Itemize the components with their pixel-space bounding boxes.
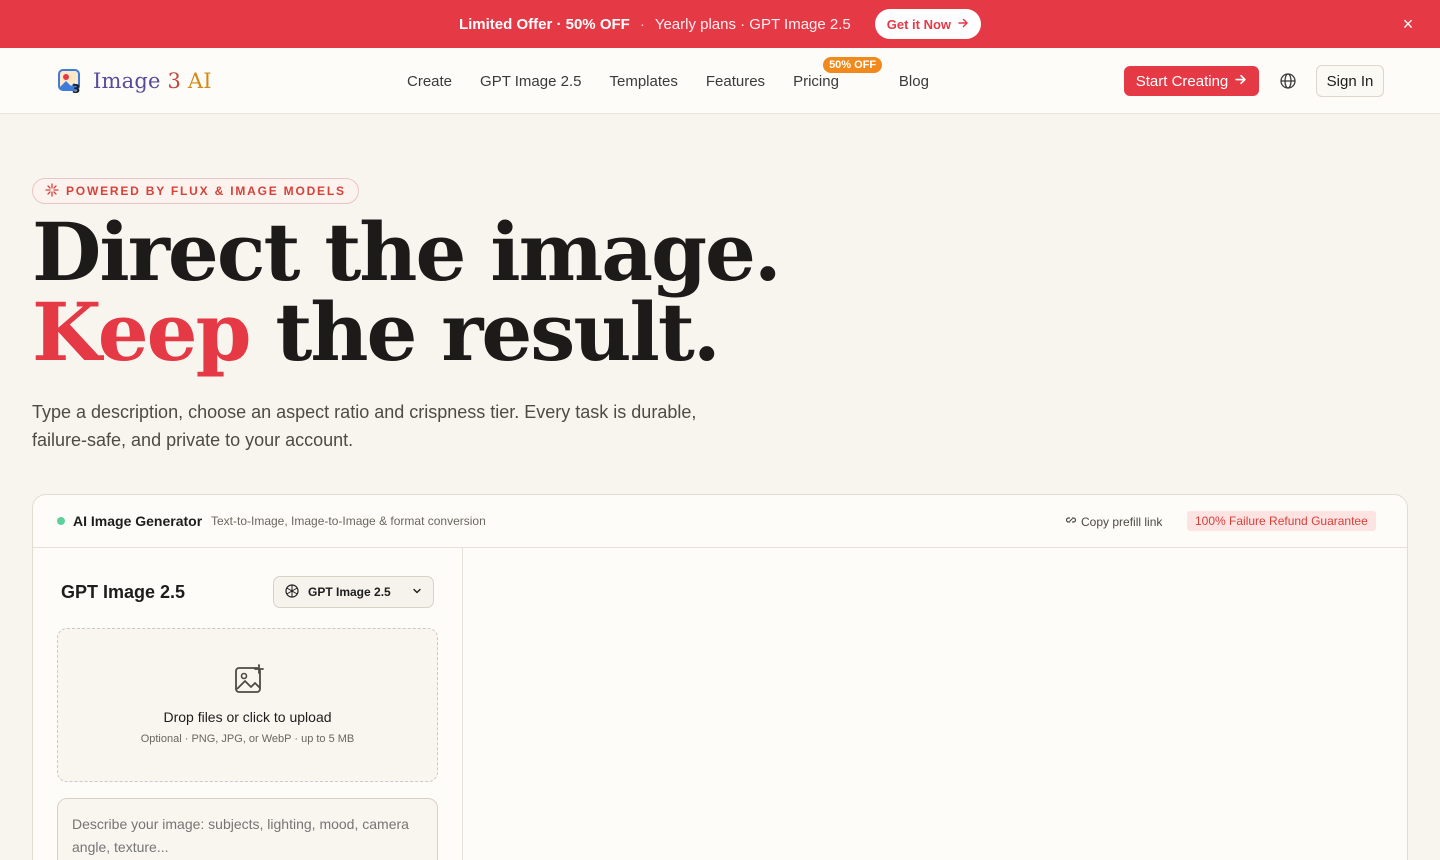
generator-header: AI Image Generator Text-to-Image, Image-…	[33, 495, 1407, 548]
prompt-input[interactable]	[57, 798, 438, 860]
logo-text-part3: AI	[187, 69, 212, 93]
promo-headline: Limited Offer · 50% OFF	[458, 15, 630, 33]
logo-icon: 3	[57, 68, 83, 96]
logo-text: Image 3 AI	[93, 69, 212, 93]
logo-text-part1: Image	[93, 69, 168, 93]
nav-item-templates[interactable]: Templates	[609, 73, 677, 90]
chevron-down-icon	[411, 585, 423, 600]
arrow-right-icon	[957, 17, 969, 32]
dropzone-title: Drop files or click to upload	[163, 709, 332, 725]
file-dropzone[interactable]: Drop files or click to upload Optional ·…	[57, 628, 438, 782]
powered-by-text: POWERED BY FLUX & IMAGE MODELS	[66, 184, 346, 198]
site-header: 3 Image 3 AI Create GPT Image 2.5 Templa…	[0, 48, 1440, 114]
openai-icon	[284, 583, 300, 602]
sparkle-icon	[45, 182, 59, 200]
model-dropdown[interactable]: GPT Image 2.5	[273, 576, 434, 608]
refund-guarantee-badge: 100% Failure Refund Guarantee	[1187, 511, 1376, 531]
logo-text-part2: 3	[167, 69, 188, 93]
close-icon[interactable]: ×	[1398, 14, 1418, 34]
nav-item-gpt-image[interactable]: GPT Image 2.5	[480, 73, 581, 90]
sign-in-button[interactable]: Sign In	[1316, 65, 1384, 97]
nav-item-pricing-label: Pricing	[793, 72, 839, 90]
model-title: GPT Image 2.5	[61, 582, 186, 602]
hero-title-line2: the result.	[249, 285, 720, 379]
hero-description: Type a description, choose an aspect rat…	[32, 402, 697, 450]
promo-content: Limited Offer · 50% OFF · Yearly plans ·…	[458, 9, 982, 39]
copy-prefill-link[interactable]: Copy prefill link	[1065, 514, 1162, 529]
get-it-now-label: Get it Now	[886, 16, 952, 32]
hero-title-accent: Keep	[32, 285, 252, 379]
promo-subtitle: Yearly plans · GPT Image 2.5	[654, 15, 851, 33]
promo-banner: Limited Offer · 50% OFF · Yearly plans ·…	[0, 0, 1440, 48]
get-it-now-button[interactable]: Get it Now	[874, 9, 982, 39]
link-icon	[1065, 514, 1077, 529]
generator-card: AI Image Generator Text-to-Image, Image-…	[32, 494, 1408, 860]
nav-item-blog[interactable]: Blog	[899, 73, 929, 90]
generator-controls: GPT Image 2.5 GPT Image 2.5 Drop files o…	[33, 548, 463, 860]
generator-title: AI Image Generator	[73, 513, 203, 529]
generator-subtitle: Text-to-Image, Image-to-Image & format c…	[211, 514, 486, 528]
logo[interactable]: 3 Image 3 AI	[57, 68, 212, 96]
dropzone-hint: Optional · PNG, JPG, or WebP · up to 5 M…	[140, 733, 355, 745]
svg-text:3: 3	[72, 82, 80, 94]
start-creating-label: Start Creating	[1135, 72, 1229, 90]
powered-by-pill: POWERED BY FLUX & IMAGE MODELS	[32, 178, 359, 204]
status-dot	[57, 517, 65, 525]
image-upload-icon	[233, 663, 265, 695]
main-nav: Create GPT Image 2.5 Templates Features …	[407, 48, 957, 114]
model-dropdown-value: GPT Image 2.5	[308, 585, 391, 599]
nav-item-pricing[interactable]: Pricing 50% OFF	[793, 56, 883, 90]
nav-item-create[interactable]: Create	[407, 73, 452, 90]
globe-icon[interactable]	[1279, 72, 1297, 90]
copy-prefill-label: Copy prefill link	[1081, 514, 1163, 529]
start-creating-button[interactable]: Start Creating	[1124, 66, 1259, 96]
promo-separator: ·	[639, 15, 645, 33]
nav-item-features[interactable]: Features	[706, 73, 765, 90]
arrow-right-icon	[1234, 73, 1247, 90]
discount-badge: 50% OFF	[823, 56, 883, 73]
hero-title: Direct the image. Keep the result.	[32, 212, 782, 372]
